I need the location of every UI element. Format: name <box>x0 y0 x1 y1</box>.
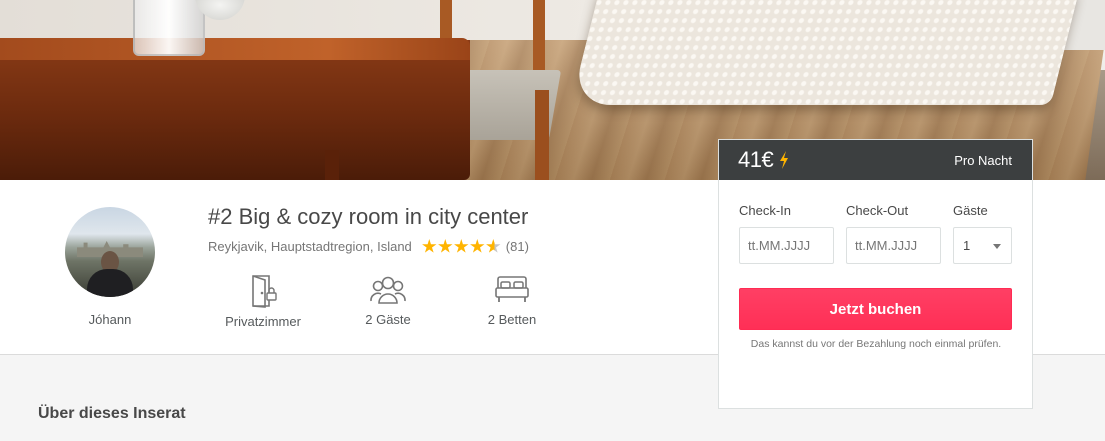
location-rating-row: Reykjavik, Hauptstadtregion, Island (81) <box>208 239 529 254</box>
book-now-button[interactable]: Jetzt buchen <box>739 288 1012 330</box>
review-count[interactable]: (81) <box>506 239 529 254</box>
avatar-person-body <box>87 269 133 297</box>
feature-label: 2 Betten <box>487 312 537 327</box>
half-star-icon <box>486 239 501 253</box>
feature-guests: 2 Gäste <box>328 274 448 327</box>
guests-select[interactable]: 1 <box>953 227 1012 264</box>
star-icon <box>438 239 453 253</box>
checkin-date-input[interactable] <box>739 227 834 264</box>
star-icon <box>470 239 485 253</box>
photo-bed <box>570 0 1080 105</box>
feature-room-type: Privatzimmer <box>203 274 323 329</box>
booking-panel: 41€ Pro Nacht Check-In Check-Out Gäste 1… <box>718 139 1033 409</box>
host-avatar[interactable] <box>65 207 155 297</box>
about-section-title: Über dieses Inserat <box>38 405 186 422</box>
checkin-label: Check-In <box>739 203 792 218</box>
listing-title: #2 Big & cozy room in city center <box>208 204 529 229</box>
nightly-price: 41€ <box>738 147 774 172</box>
feature-label: Privatzimmer <box>225 314 301 329</box>
guests-select-value: 1 <box>963 238 971 253</box>
feature-beds: 2 Betten <box>452 274 572 327</box>
photo-desk <box>0 40 470 180</box>
checkout-label: Check-Out <box>846 203 909 218</box>
checkout-date-input[interactable] <box>846 227 941 264</box>
guests-icon <box>370 276 406 304</box>
star-rating[interactable] <box>422 239 502 254</box>
listing-location[interactable]: Reykjavik, Hauptstadtregion, Island <box>208 239 412 254</box>
private-room-icon <box>252 275 277 308</box>
photo-vase <box>133 0 205 56</box>
photo-chair-leg <box>535 90 549 180</box>
photo-desk-leg <box>325 150 339 180</box>
guests-label: Gäste <box>953 203 988 218</box>
star-icon <box>422 239 437 253</box>
instant-book-bolt-icon <box>779 151 789 169</box>
photo-desk-top <box>0 38 470 60</box>
booking-price-header: 41€ Pro Nacht <box>719 140 1032 180</box>
feature-label: 2 Gäste <box>365 312 411 327</box>
star-icon <box>454 239 469 253</box>
bed-icon <box>495 276 529 302</box>
host-name[interactable]: Jóhann <box>60 312 160 327</box>
booking-note: Das kannst du vor der Bezahlung noch ein… <box>750 338 1002 350</box>
chevron-down-icon <box>993 244 1001 249</box>
per-night-label: Pro Nacht <box>954 152 1012 168</box>
